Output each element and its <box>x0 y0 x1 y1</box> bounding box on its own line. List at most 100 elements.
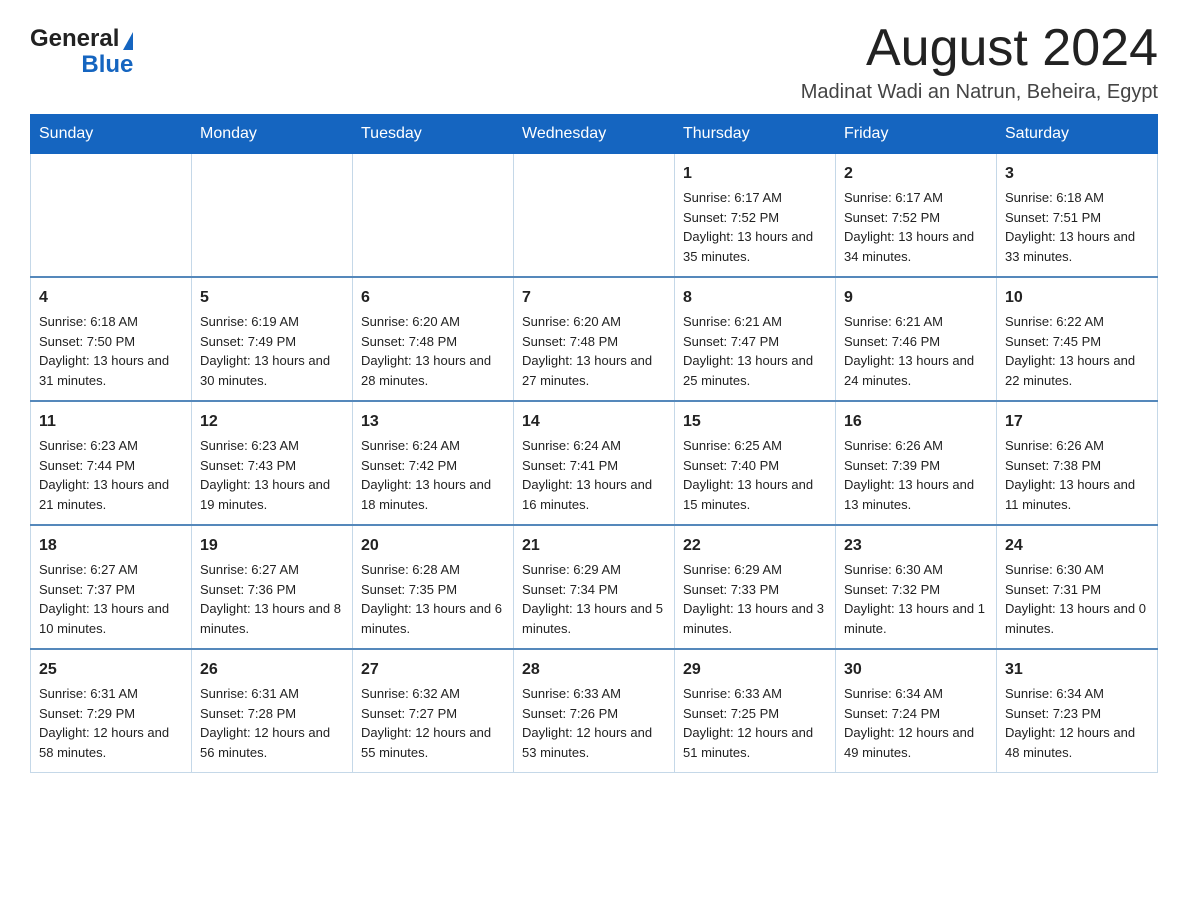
day-number: 24 <box>1005 534 1149 558</box>
table-row: 26Sunrise: 6:31 AMSunset: 7:28 PMDayligh… <box>192 649 353 773</box>
day-number: 20 <box>361 534 505 558</box>
table-row: 2Sunrise: 6:17 AMSunset: 7:52 PMDaylight… <box>836 154 997 278</box>
sunset-text: Sunset: 7:39 PM <box>844 456 988 476</box>
sunset-text: Sunset: 7:25 PM <box>683 704 827 724</box>
calendar-week-row: 25Sunrise: 6:31 AMSunset: 7:29 PMDayligh… <box>31 649 1158 773</box>
table-row: 23Sunrise: 6:30 AMSunset: 7:32 PMDayligh… <box>836 525 997 649</box>
logo-general-text: General <box>30 26 119 52</box>
sunrise-text: Sunrise: 6:33 AM <box>522 684 666 704</box>
month-title: August 2024 <box>801 20 1158 77</box>
day-number: 12 <box>200 410 344 434</box>
day-number: 15 <box>683 410 827 434</box>
daylight-text: Daylight: 13 hours and 0 minutes. <box>1005 599 1149 638</box>
sunset-text: Sunset: 7:40 PM <box>683 456 827 476</box>
daylight-text: Daylight: 12 hours and 49 minutes. <box>844 723 988 762</box>
sunrise-text: Sunrise: 6:21 AM <box>844 312 988 332</box>
day-number: 1 <box>683 162 827 186</box>
sunrise-text: Sunrise: 6:18 AM <box>39 312 183 332</box>
sunrise-text: Sunrise: 6:34 AM <box>844 684 988 704</box>
daylight-text: Daylight: 13 hours and 22 minutes. <box>1005 351 1149 390</box>
sunrise-text: Sunrise: 6:20 AM <box>522 312 666 332</box>
day-number: 19 <box>200 534 344 558</box>
sunset-text: Sunset: 7:52 PM <box>844 208 988 228</box>
table-row: 12Sunrise: 6:23 AMSunset: 7:43 PMDayligh… <box>192 401 353 525</box>
table-row: 31Sunrise: 6:34 AMSunset: 7:23 PMDayligh… <box>997 649 1158 773</box>
sunset-text: Sunset: 7:31 PM <box>1005 580 1149 600</box>
daylight-text: Daylight: 13 hours and 13 minutes. <box>844 475 988 514</box>
sunset-text: Sunset: 7:51 PM <box>1005 208 1149 228</box>
sunrise-text: Sunrise: 6:32 AM <box>361 684 505 704</box>
daylight-text: Daylight: 12 hours and 48 minutes. <box>1005 723 1149 762</box>
table-row: 18Sunrise: 6:27 AMSunset: 7:37 PMDayligh… <box>31 525 192 649</box>
calendar-week-row: 4Sunrise: 6:18 AMSunset: 7:50 PMDaylight… <box>31 277 1158 401</box>
sunset-text: Sunset: 7:24 PM <box>844 704 988 724</box>
daylight-text: Daylight: 12 hours and 56 minutes. <box>200 723 344 762</box>
sunset-text: Sunset: 7:33 PM <box>683 580 827 600</box>
day-number: 28 <box>522 658 666 682</box>
sunrise-text: Sunrise: 6:19 AM <box>200 312 344 332</box>
day-number: 25 <box>39 658 183 682</box>
sunset-text: Sunset: 7:49 PM <box>200 332 344 352</box>
daylight-text: Daylight: 13 hours and 35 minutes. <box>683 227 827 266</box>
logo-triangle-icon <box>123 32 133 50</box>
sunrise-text: Sunrise: 6:33 AM <box>683 684 827 704</box>
sunset-text: Sunset: 7:37 PM <box>39 580 183 600</box>
day-number: 22 <box>683 534 827 558</box>
daylight-text: Daylight: 13 hours and 19 minutes. <box>200 475 344 514</box>
header-sunday: Sunday <box>31 115 192 154</box>
header-monday: Monday <box>192 115 353 154</box>
sunset-text: Sunset: 7:46 PM <box>844 332 988 352</box>
table-row: 11Sunrise: 6:23 AMSunset: 7:44 PMDayligh… <box>31 401 192 525</box>
table-row: 8Sunrise: 6:21 AMSunset: 7:47 PMDaylight… <box>675 277 836 401</box>
header-friday: Friday <box>836 115 997 154</box>
sunset-text: Sunset: 7:45 PM <box>1005 332 1149 352</box>
table-row <box>192 154 353 278</box>
header-tuesday: Tuesday <box>353 115 514 154</box>
daylight-text: Daylight: 13 hours and 5 minutes. <box>522 599 666 638</box>
header-wednesday: Wednesday <box>514 115 675 154</box>
table-row <box>31 154 192 278</box>
sunrise-text: Sunrise: 6:31 AM <box>39 684 183 704</box>
table-row: 20Sunrise: 6:28 AMSunset: 7:35 PMDayligh… <box>353 525 514 649</box>
table-row: 24Sunrise: 6:30 AMSunset: 7:31 PMDayligh… <box>997 525 1158 649</box>
page-header: General Blue August 2024 Madinat Wadi an… <box>30 20 1158 104</box>
sunrise-text: Sunrise: 6:28 AM <box>361 560 505 580</box>
sunset-text: Sunset: 7:52 PM <box>683 208 827 228</box>
table-row: 10Sunrise: 6:22 AMSunset: 7:45 PMDayligh… <box>997 277 1158 401</box>
table-row: 21Sunrise: 6:29 AMSunset: 7:34 PMDayligh… <box>514 525 675 649</box>
daylight-text: Daylight: 13 hours and 18 minutes. <box>361 475 505 514</box>
calendar-week-row: 1Sunrise: 6:17 AMSunset: 7:52 PMDaylight… <box>31 154 1158 278</box>
sunrise-text: Sunrise: 6:20 AM <box>361 312 505 332</box>
day-number: 13 <box>361 410 505 434</box>
table-row: 15Sunrise: 6:25 AMSunset: 7:40 PMDayligh… <box>675 401 836 525</box>
day-number: 18 <box>39 534 183 558</box>
sunset-text: Sunset: 7:38 PM <box>1005 456 1149 476</box>
sunset-text: Sunset: 7:42 PM <box>361 456 505 476</box>
daylight-text: Daylight: 13 hours and 27 minutes. <box>522 351 666 390</box>
daylight-text: Daylight: 13 hours and 31 minutes. <box>39 351 183 390</box>
day-number: 29 <box>683 658 827 682</box>
day-number: 23 <box>844 534 988 558</box>
sunset-text: Sunset: 7:50 PM <box>39 332 183 352</box>
table-row: 4Sunrise: 6:18 AMSunset: 7:50 PMDaylight… <box>31 277 192 401</box>
table-row: 14Sunrise: 6:24 AMSunset: 7:41 PMDayligh… <box>514 401 675 525</box>
sunrise-text: Sunrise: 6:27 AM <box>39 560 183 580</box>
day-number: 16 <box>844 410 988 434</box>
daylight-text: Daylight: 13 hours and 8 minutes. <box>200 599 344 638</box>
table-row: 28Sunrise: 6:33 AMSunset: 7:26 PMDayligh… <box>514 649 675 773</box>
day-number: 4 <box>39 286 183 310</box>
logo-block: General Blue <box>30 26 133 79</box>
table-row: 29Sunrise: 6:33 AMSunset: 7:25 PMDayligh… <box>675 649 836 773</box>
sunset-text: Sunset: 7:48 PM <box>522 332 666 352</box>
daylight-text: Daylight: 12 hours and 53 minutes. <box>522 723 666 762</box>
table-row: 17Sunrise: 6:26 AMSunset: 7:38 PMDayligh… <box>997 401 1158 525</box>
daylight-text: Daylight: 13 hours and 21 minutes. <box>39 475 183 514</box>
day-number: 26 <box>200 658 344 682</box>
sunset-text: Sunset: 7:41 PM <box>522 456 666 476</box>
sunrise-text: Sunrise: 6:26 AM <box>1005 436 1149 456</box>
table-row: 3Sunrise: 6:18 AMSunset: 7:51 PMDaylight… <box>997 154 1158 278</box>
sunrise-text: Sunrise: 6:17 AM <box>844 188 988 208</box>
daylight-text: Daylight: 13 hours and 30 minutes. <box>200 351 344 390</box>
day-number: 17 <box>1005 410 1149 434</box>
calendar-week-row: 18Sunrise: 6:27 AMSunset: 7:37 PM Dayligh… <box>31 525 1158 649</box>
